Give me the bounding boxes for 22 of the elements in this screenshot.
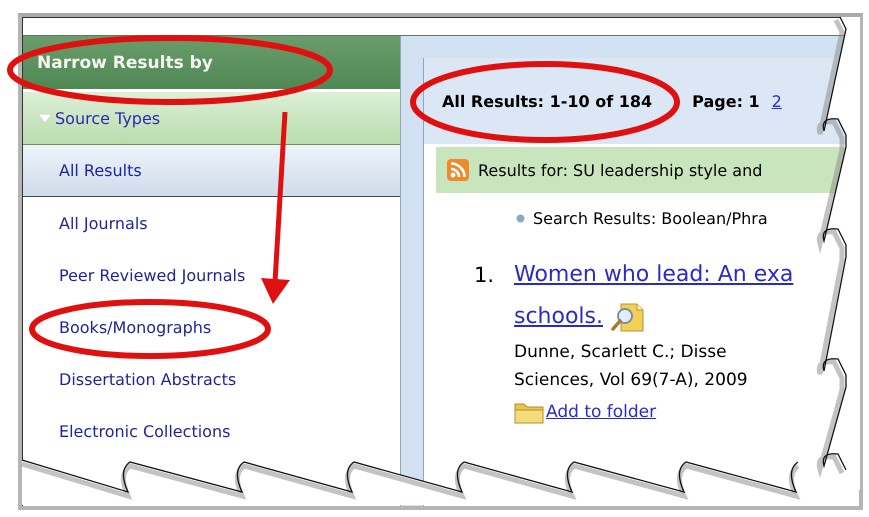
citation-text: Dunne, Scarlett C.; Disse: [514, 341, 728, 364]
filter-item[interactable]: All Results: [23, 145, 400, 197]
filter-item[interactable]: Books/Monographs: [23, 301, 400, 353]
section-header[interactable]: Source Types: [23, 89, 400, 145]
result-number: 1.: [474, 262, 496, 289]
add-to-folder-link[interactable]: Add to folder: [546, 402, 656, 422]
filter-item[interactable]: Electronic Collections: [23, 405, 400, 457]
citation-text: Sciences, Vol 69(7-A), 2009: [514, 369, 749, 392]
result-title-link[interactable]: Women who lead: An exa: [514, 254, 794, 296]
rss-icon[interactable]: [446, 158, 470, 182]
results-count: All Results: 1-10 of 184: [442, 92, 652, 110]
query-text: Results for: SU leadership style and: [478, 160, 762, 180]
result-title-link[interactable]: schools.: [514, 296, 603, 338]
document-magnifier-icon[interactable]: [611, 301, 645, 333]
filter-item[interactable]: Peer Reviewed Journals: [23, 249, 400, 301]
filter-item[interactable]: Dissertation Abstracts: [23, 353, 400, 405]
page-link[interactable]: 2: [772, 92, 782, 110]
filter-item[interactable]: All Journals: [23, 197, 400, 249]
search-note: Search Results: Boolean/Phra: [533, 209, 768, 228]
bullet-icon: [516, 214, 525, 223]
page-label: Page: 1: [692, 92, 760, 110]
panel-heading: Narrow Results by: [37, 52, 213, 72]
